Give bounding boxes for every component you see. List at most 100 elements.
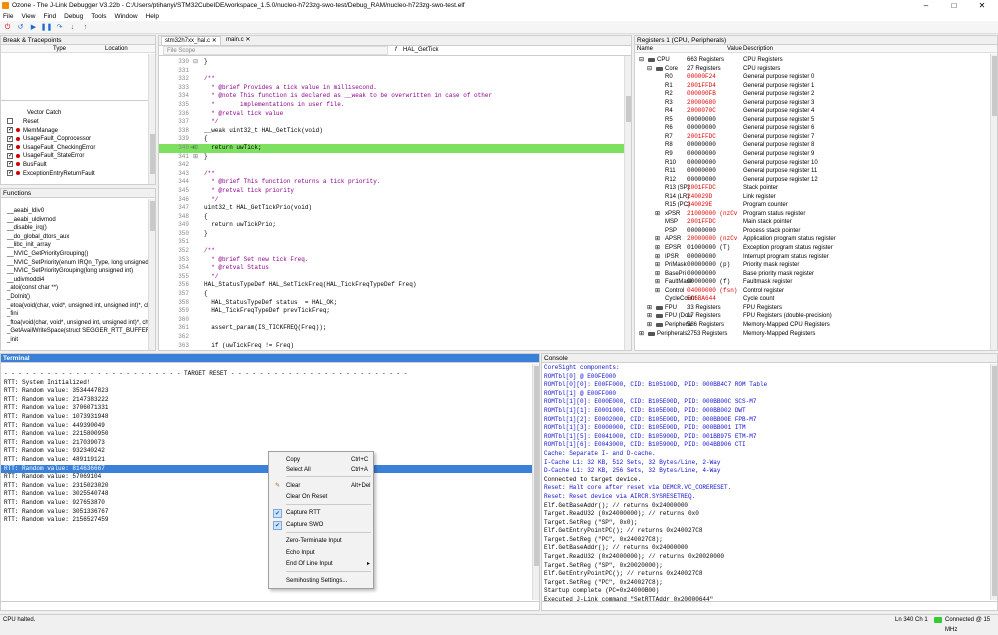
checkbox[interactable]: ✓: [7, 135, 13, 142]
terminal-input[interactable]: [1, 601, 539, 610]
checkbox[interactable]: ✓: [7, 169, 13, 176]
close-button[interactable]: ✕: [968, 0, 996, 11]
register-row[interactable]: R10 00000000 General purpose register 10: [635, 159, 991, 168]
register-row[interactable]: ⊞ EPSR 01000000 (T) Exception program statu…: [635, 244, 991, 253]
code-line[interactable]: 343 /**: [159, 170, 625, 179]
register-row[interactable]: PSP 00000000 Process stack pointer: [635, 227, 991, 236]
register-value[interactable]: 00000000: [687, 159, 742, 168]
code-line[interactable]: 362: [159, 333, 625, 342]
register-row[interactable]: ⊞ FPU 33 Registers FPU Registers: [635, 304, 991, 313]
code-line[interactable]: 357 {: [159, 290, 625, 299]
register-value[interactable]: 01000000 (T): [687, 244, 742, 253]
terminal-scrollbar[interactable]: [532, 364, 539, 600]
expand-icon[interactable]: ⊞: [655, 287, 660, 296]
register-row[interactable]: R3 20000680 General purpose register 3: [635, 99, 991, 108]
tab-main[interactable]: main.c ✕: [223, 36, 253, 46]
register-value[interactable]: 240029E: [687, 201, 742, 210]
reset-icon[interactable]: ↺: [16, 23, 25, 32]
register-value[interactable]: 00000000: [687, 141, 742, 150]
register-value[interactable]: 00000000 (p): [687, 261, 742, 270]
register-row[interactable]: R13 (SP) 2001FFDC Stack pointer: [635, 184, 991, 193]
register-value[interactable]: 00000000: [687, 227, 742, 236]
code-line[interactable]: 331: [159, 67, 625, 76]
code-line[interactable]: 345 * @retval tick priority: [159, 187, 625, 196]
code-line[interactable]: 360: [159, 316, 625, 325]
vector-catch-item[interactable]: ✓ ExceptionEntryReturnFault: [7, 169, 150, 179]
expand-icon[interactable]: ⊞: [647, 304, 652, 313]
menu-item[interactable]: Zero-Terminate Input: [269, 536, 373, 546]
code-line[interactable]: 336 * @retval tick value: [159, 110, 625, 119]
function-item[interactable]: _GetAvailWriteSpace(struct SEGGER_RTT_BU…: [7, 327, 155, 336]
code-line[interactable]: 341 ⊞}: [159, 153, 625, 162]
expand-icon[interactable]: ⊞: [655, 210, 660, 219]
code-line[interactable]: 346 */: [159, 196, 625, 205]
code-line[interactable]: 361 assert_param(IS_TICKFREQ(Freq));: [159, 324, 625, 333]
menu-item[interactable]: ✔ Capture SWO: [269, 520, 373, 530]
register-row[interactable]: ⊞ Peripherals 2753 Registers Memory-Mapped …: [635, 330, 991, 339]
vector-catch-item[interactable]: ✓ MemManage: [7, 127, 150, 136]
register-value[interactable]: 2001FFDC: [687, 218, 742, 227]
expand-icon[interactable]: ⊞: [647, 312, 652, 321]
register-value[interactable]: 00000000: [687, 270, 742, 279]
register-value[interactable]: 33 Registers: [687, 304, 742, 313]
code-line[interactable]: 364 {: [159, 350, 625, 351]
fold-icon[interactable]: ⊟: [193, 58, 198, 67]
registers-scrollbar[interactable]: [990, 54, 997, 350]
register-value[interactable]: 20000000 (nzCv: [687, 235, 742, 244]
vector-catch-item[interactable]: ✓ UsageFault_CheckingError: [7, 144, 150, 153]
function-item[interactable]: __NVIC_GetPriorityGrouping(): [7, 250, 150, 259]
function-item[interactable]: __do_global_dtors_aux: [7, 233, 150, 242]
step-out-icon[interactable]: ↑: [81, 23, 90, 32]
code-area[interactable]: 330 ⊟} 331 332/** 333 * @brief Provides a ti…: [159, 58, 625, 351]
register-value[interactable]: 00000000: [687, 253, 742, 262]
code-line[interactable]: 355 */: [159, 273, 625, 282]
register-row[interactable]: CycleCount 5C6BA644 Cycle count: [635, 295, 991, 304]
vector-catch-item[interactable]: ✓ UsageFault_Coprocessor: [7, 135, 150, 144]
code-line[interactable]: 349 return uwTickPrio;: [159, 221, 625, 230]
expand-icon[interactable]: ⊞: [647, 321, 652, 330]
code-line[interactable]: 334 * @note This function is declared as…: [159, 92, 625, 101]
register-row[interactable]: R5 00000000 General purpose register 5: [635, 116, 991, 125]
register-row[interactable]: ⊞ FaultMask 00000000 (f) Faultmask register: [635, 278, 991, 287]
code-line[interactable]: 351: [159, 238, 625, 247]
code-line[interactable]: 352 /**: [159, 247, 625, 256]
register-row[interactable]: R12 00000000 General purpose register 12: [635, 176, 991, 185]
menu-debug[interactable]: Debug: [64, 13, 83, 20]
register-row[interactable]: R2 000000FB General purpose register 2: [635, 90, 991, 99]
code-line[interactable]: 344 * @brief This function returns a tic…: [159, 178, 625, 187]
console-scrollbar[interactable]: [990, 364, 997, 600]
expand-icon[interactable]: ⊞: [655, 253, 660, 262]
code-line[interactable]: 332 /**: [159, 75, 625, 84]
code-line[interactable]: 342: [159, 161, 625, 170]
tab-stm32h7xx-hal[interactable]: stm32h7xx_hal.c ✕: [161, 36, 221, 46]
code-line[interactable]: 338 __weak uint32_t HAL_GetTick(void): [159, 127, 625, 136]
terminal-output[interactable]: - - - - - - - - - - - - - - - - - - - - …: [1, 370, 533, 525]
code-line[interactable]: 347 uint32_t HAL_GetTickPrio(void): [159, 204, 625, 213]
register-value[interactable]: 2001FFD4: [687, 82, 742, 91]
function-item[interactable]: __libc_init_array: [7, 241, 150, 250]
menu-item[interactable]: ✔ Capture RTT: [269, 508, 373, 518]
code-line[interactable]: 359 HAL_TickFreqTypeDef prevTickFreq;: [159, 307, 625, 316]
code-line[interactable]: 339 {: [159, 135, 625, 144]
console-output[interactable]: CoreSight components: ROMTbl[0] @ E00FE00…: [542, 364, 991, 610]
register-value[interactable]: 04000000 (fsn): [687, 287, 742, 296]
expand-icon[interactable]: ⊟: [639, 56, 644, 65]
checkbox[interactable]: ✓: [7, 127, 13, 134]
register-row[interactable]: ⊞ PriMask 00000000 (p) Priority mask regist…: [635, 261, 991, 270]
register-value[interactable]: 5C6BA644: [687, 295, 742, 304]
maximize-button[interactable]: □: [940, 0, 968, 11]
register-row[interactable]: R6 00000000 General purpose register 6: [635, 124, 991, 133]
menu-window[interactable]: Window: [114, 13, 137, 20]
register-row[interactable]: R4 2000070C General purpose register 4: [635, 107, 991, 116]
code-line[interactable]: 337 */: [159, 118, 625, 127]
checkbox[interactable]: [7, 118, 13, 125]
register-row[interactable]: R14 (LR) 240029D Link register: [635, 193, 991, 202]
register-value[interactable]: 586 Registers: [687, 321, 742, 330]
checkbox[interactable]: ✓: [7, 161, 13, 168]
register-value[interactable]: 2000070C: [687, 107, 742, 116]
editor-scrollbar[interactable]: [624, 56, 631, 350]
breakpoints-scrollbar[interactable]: [148, 54, 155, 184]
vector-catch-item[interactable]: ✓ UsageFault_StateError: [7, 152, 150, 161]
menu-item[interactable]: Select All Ctrl+A: [269, 465, 373, 475]
register-value[interactable]: 2001FFDC: [687, 184, 742, 193]
